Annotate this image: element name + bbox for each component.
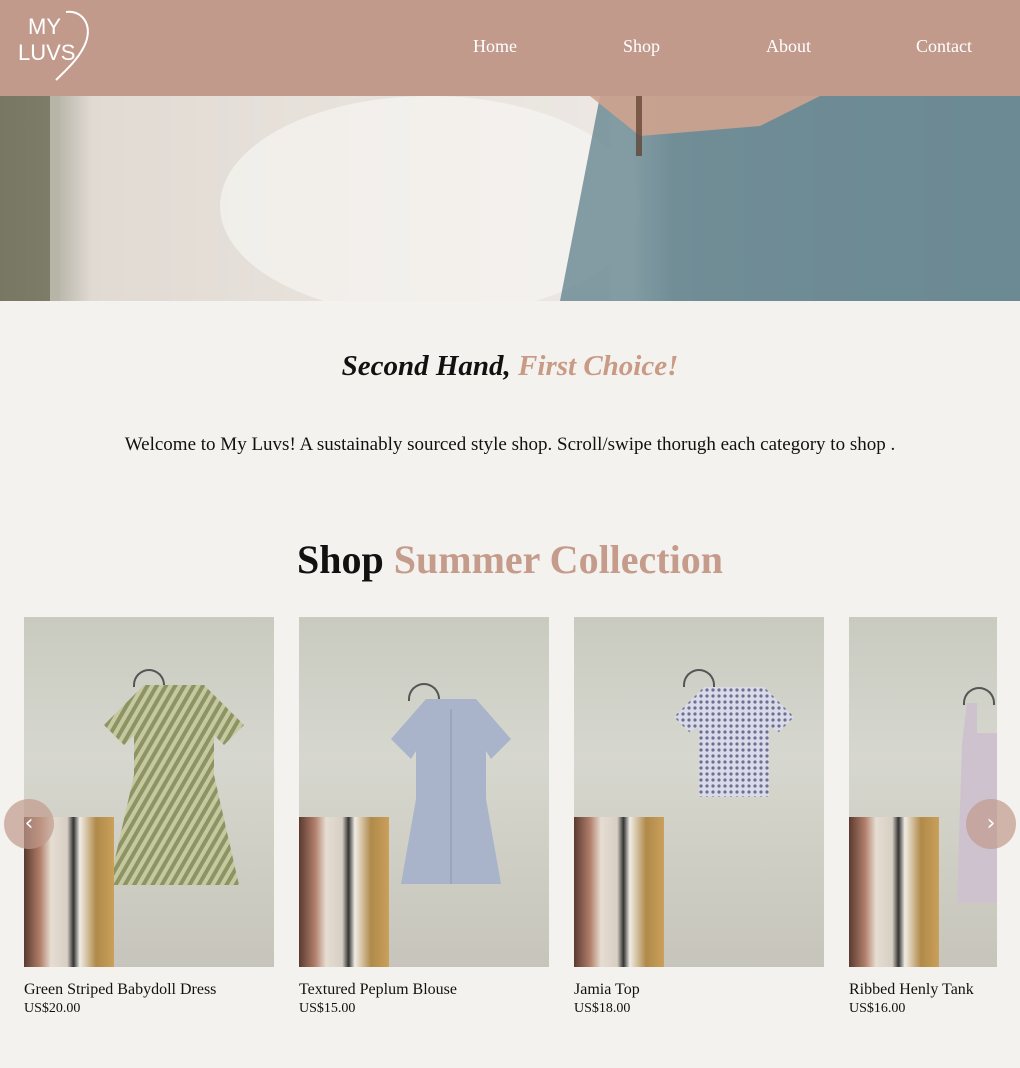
product-name[interactable]: Green Striped Babydoll Dress	[24, 981, 274, 999]
carousel-prev-button[interactable]: ‹	[4, 799, 54, 849]
product-card[interactable]: Jamia Top US$18.00	[574, 617, 824, 1017]
product-image[interactable]	[849, 617, 997, 967]
product-name[interactable]: Jamia Top	[574, 981, 824, 999]
intro-text: Welcome to My Luvs! A sustainably source…	[124, 434, 896, 455]
product-name[interactable]: Textured Peplum Blouse	[299, 981, 549, 999]
product-image[interactable]	[299, 617, 549, 967]
section-title-part2: Summer Collection	[393, 537, 723, 582]
tagline-part2: First Choice!	[518, 350, 679, 382]
nav-about[interactable]: About	[766, 36, 811, 57]
product-image[interactable]	[574, 617, 824, 967]
product-name[interactable]: Ribbed Henly Tank	[849, 981, 997, 999]
carousel-next-button[interactable]: ›	[966, 799, 1016, 849]
chevron-right-icon: ›	[986, 811, 996, 836]
product-carousel: Green Striped Babydoll Dress US$20.00 Te…	[24, 617, 997, 1037]
product-card[interactable]: Textured Peplum Blouse US$15.00	[299, 617, 549, 1017]
hero-photo	[0, 96, 1020, 301]
product-image[interactable]	[24, 617, 274, 967]
product-price: US$20.00	[24, 1001, 81, 1016]
product-price: US$15.00	[299, 1001, 356, 1016]
nav-shop[interactable]: Shop	[623, 36, 660, 57]
chevron-left-icon: ‹	[24, 811, 34, 836]
hero-image	[0, 96, 1020, 301]
site-header: MY LUVS Home Shop About Contact	[0, 0, 1020, 96]
nav-home[interactable]: Home	[473, 36, 517, 57]
section-title: Shop Summer Collection	[0, 536, 1020, 583]
section-title-part1: Shop	[297, 537, 394, 582]
main-nav: Home Shop About Contact	[0, 36, 1020, 60]
product-price: US$18.00	[574, 1001, 631, 1016]
tagline: Second Hand, First Choice!	[0, 350, 1020, 383]
product-card[interactable]: Green Striped Babydoll Dress US$20.00	[24, 617, 274, 1017]
product-price: US$16.00	[849, 1001, 906, 1016]
nav-contact[interactable]: Contact	[916, 36, 972, 57]
tagline-part1: Second Hand,	[341, 350, 519, 382]
